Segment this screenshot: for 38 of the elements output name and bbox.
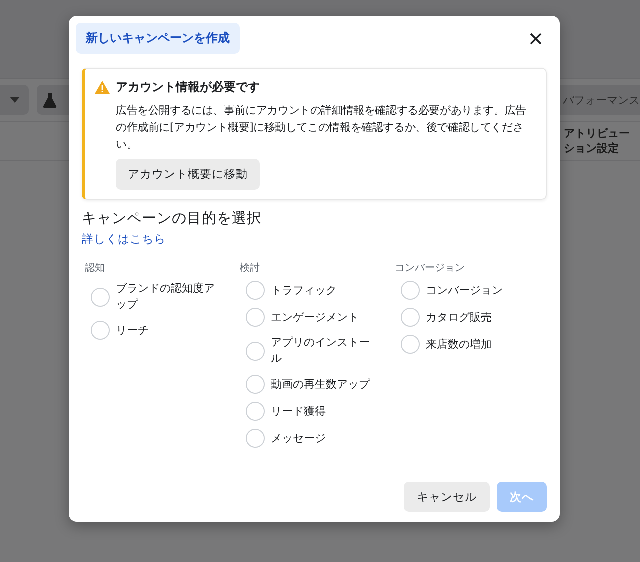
dropdown-button[interactable] (0, 85, 29, 115)
option-label: コンバージョン (426, 282, 504, 298)
option-label: 動画の再生数アップ (271, 376, 372, 392)
group-label: 認知 (85, 262, 106, 275)
radio-button[interactable] (401, 308, 420, 327)
radio-button[interactable] (246, 375, 265, 394)
caret-icon (10, 97, 20, 103)
section-title: キャンペーンの目的を選択 (82, 210, 263, 228)
option-label: メッセージ (271, 430, 327, 446)
flask-icon (43, 92, 57, 108)
option-label: トラフィック (271, 282, 338, 298)
column-header: アトリビューション設定 (564, 126, 631, 156)
warning-icon (95, 81, 110, 94)
radio-button[interactable] (91, 321, 110, 340)
radio-button[interactable] (246, 342, 265, 360)
radio-button[interactable] (401, 335, 420, 354)
group-label: 検討 (240, 262, 261, 275)
radio-button[interactable] (91, 288, 110, 306)
option-label: リード獲得 (271, 404, 327, 420)
option-label: カタログ販売 (426, 310, 493, 326)
alert-message: 広告を公開するには、事前にアカウントの詳細情報を確認する必要があります。広告の作成前に[アカウント概要]に移動してこの情報を確認するか、後で確認してください。 (116, 103, 528, 153)
radio-button[interactable] (246, 402, 265, 421)
cancel-button[interactable]: キャンセル (404, 482, 490, 512)
dialog-title: 新しいキャンペーンを作成 (76, 23, 240, 54)
close-icon (530, 32, 542, 44)
group-label: コンバージョン (395, 262, 466, 275)
alert-heading: アカウント情報が必要です (116, 79, 261, 96)
option-label: ブランドの認知度アップ (116, 281, 216, 313)
option-label: リーチ (116, 322, 150, 338)
account-overview-button[interactable]: アカウント概要に移動 (116, 159, 260, 190)
radio-button[interactable] (401, 281, 420, 300)
option-label: 来店数の増加 (426, 336, 493, 352)
option-label: アプリのインストール (271, 335, 371, 367)
learn-more-link[interactable]: 詳しくはこちら (82, 232, 166, 247)
option-label: エンゲージメント (271, 310, 360, 326)
radio-button[interactable] (246, 281, 265, 300)
radio-button[interactable] (246, 308, 265, 327)
radio-button[interactable] (246, 429, 265, 448)
